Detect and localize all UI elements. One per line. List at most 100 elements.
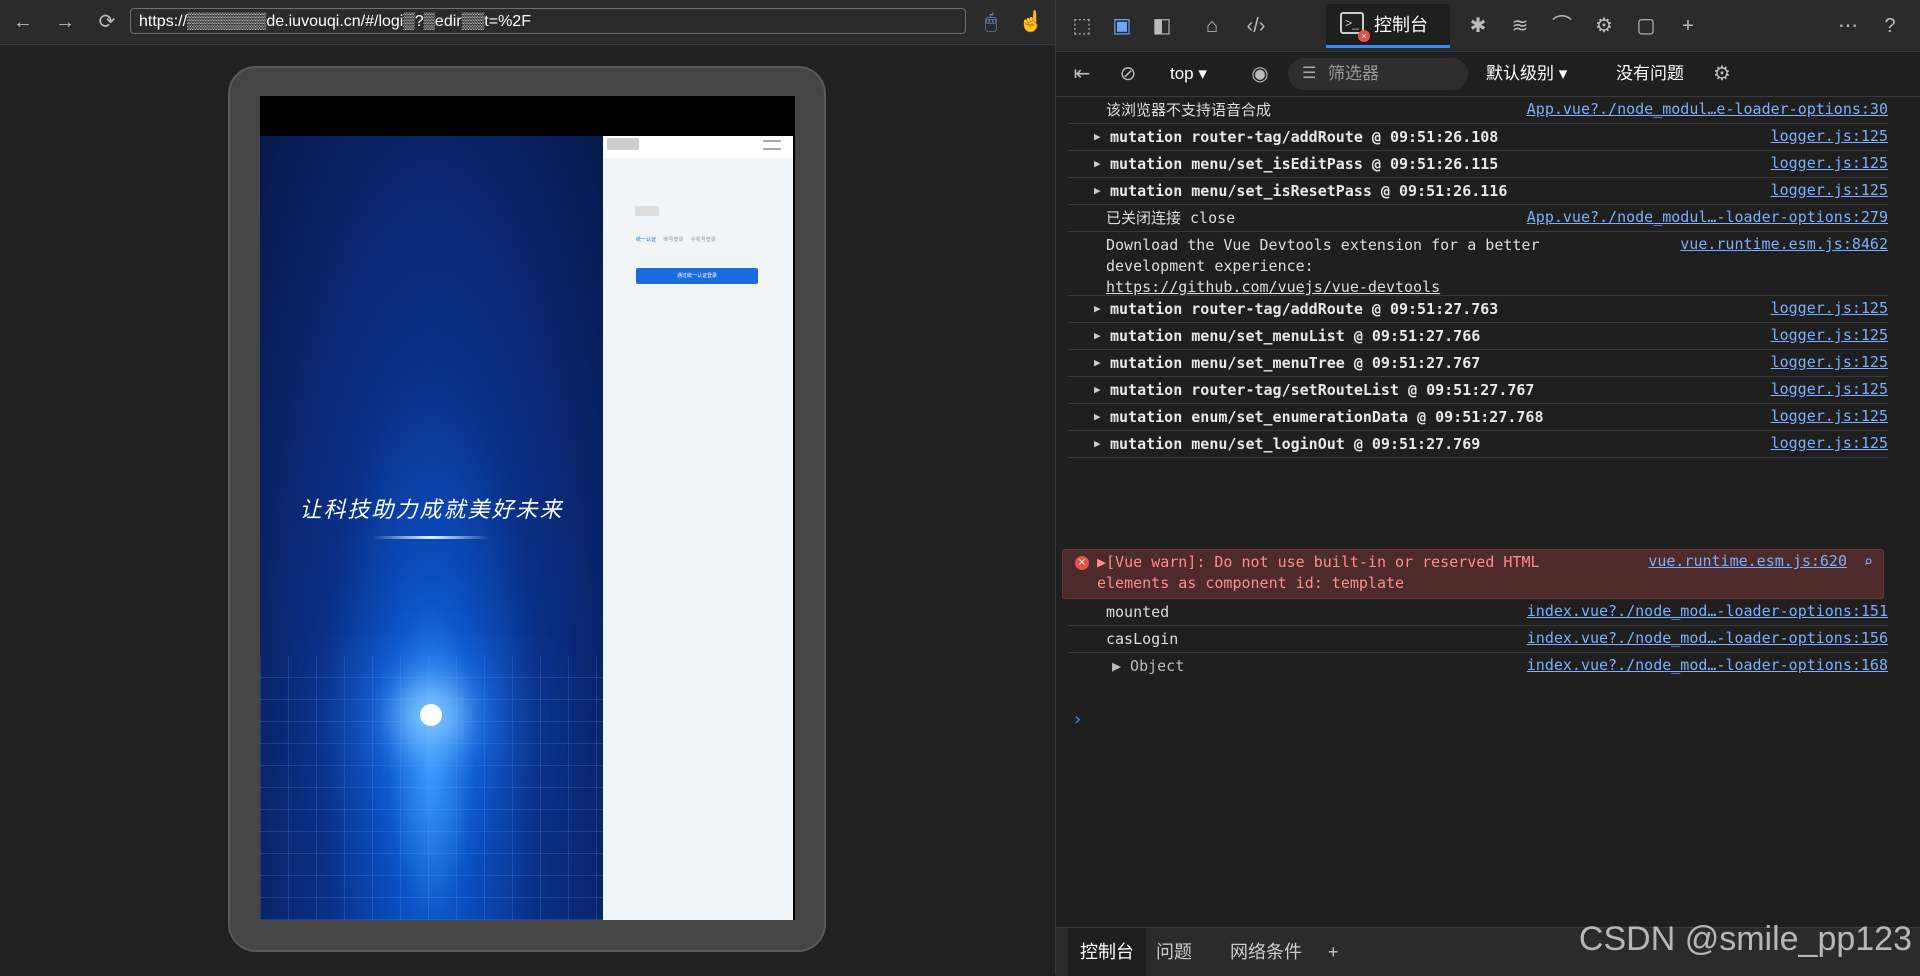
- console-source-link[interactable]: index.vue?./node_mod…-loader-options:168: [1527, 656, 1888, 674]
- console-message: mutation router-tag/addRoute @ 09:51:27.…: [1110, 300, 1499, 318]
- tab-phone[interactable]: 手机号登录: [691, 237, 716, 243]
- context-select[interactable]: top ▾: [1164, 60, 1240, 88]
- console-row[interactable]: ▶ mutation enum/set_enumerationData @ 09…: [1068, 404, 1888, 431]
- console-output: 该浏览器不支持语音合成 App.vue?./node_modul…e-loade…: [1056, 97, 1920, 927]
- dock-icon[interactable]: ◧: [1148, 12, 1176, 40]
- device-screen: 让科技助力成就美好未来 统一认证 账号登录 手机号登录 通过统一认证登录: [260, 96, 795, 920]
- console-object[interactable]: ▶ Object: [1112, 656, 1184, 677]
- sso-login-button[interactable]: 通过统一认证登录: [636, 268, 758, 284]
- console-row[interactable]: ▶ mutation menu/set_loginOut @ 09:51:27.…: [1068, 431, 1888, 458]
- console-row: 已关闭连接 close App.vue?./node_modul…-loader…: [1068, 205, 1888, 232]
- console-message: casLogin: [1106, 630, 1179, 648]
- banner-slogan: 让科技助力成就美好未来: [299, 498, 564, 523]
- issues-counter[interactable]: 没有问题: [1616, 60, 1684, 88]
- network-icon[interactable]: ≋: [1506, 12, 1534, 40]
- filter-icon: ☰: [1302, 65, 1317, 82]
- filter-input[interactable]: ☰ 筛选器: [1288, 58, 1468, 90]
- console-toolbar: ⇤ ⊘ top ▾ ◉ ☰ 筛选器 默认级别 ▾ 没有问题 ⚙: [1056, 52, 1920, 97]
- console-error-row[interactable]: × ▶[Vue warn]: Do not use built-in or re…: [1062, 549, 1884, 599]
- add-tool-icon[interactable]: +: [1316, 928, 1351, 976]
- expand-arrow-icon[interactable]: ▶: [1094, 383, 1101, 396]
- drawer-tab-issues[interactable]: 问题: [1144, 928, 1204, 976]
- console-settings-icon[interactable]: ⚙: [1708, 60, 1736, 88]
- console-source-link[interactable]: vue.runtime.esm.js:620: [1648, 552, 1847, 570]
- expand-arrow-icon[interactable]: ▶: [1094, 157, 1101, 170]
- menu-icon[interactable]: [763, 140, 781, 150]
- more-tools-icon[interactable]: +: [1674, 12, 1702, 40]
- context-select-value: top: [1170, 64, 1194, 83]
- console-row[interactable]: ▶ Object index.vue?./node_mod…-loader-op…: [1068, 653, 1888, 680]
- welcome-icon[interactable]: ⌂: [1198, 12, 1226, 40]
- console-source-link[interactable]: logger.js:125: [1771, 407, 1888, 425]
- console-message: mutation menu/set_menuList @ 09:51:27.76…: [1110, 327, 1481, 345]
- console-source-link[interactable]: logger.js:125: [1771, 353, 1888, 371]
- help-icon[interactable]: ?: [1876, 12, 1904, 40]
- sidebar-toggle-icon[interactable]: ⇤: [1068, 60, 1096, 88]
- chevron-down-icon: ▾: [1198, 64, 1207, 83]
- browser-navbar: ← → ⟳ https://▒▒▒▒▒▒▒de.iuvouqi.cn/#/log…: [0, 0, 1055, 45]
- tab-account[interactable]: 账号登录: [663, 237, 683, 243]
- expand-arrow-icon[interactable]: ▶: [1094, 410, 1101, 423]
- console-source-link[interactable]: App.vue?./node_modul…-loader-options:279: [1527, 208, 1888, 226]
- debug-icon[interactable]: ✱: [1464, 12, 1492, 40]
- console-source-link[interactable]: logger.js:125: [1771, 127, 1888, 145]
- expand-arrow-icon[interactable]: ▶: [1094, 329, 1101, 342]
- console-row[interactable]: ▶ mutation router-tag/setRouteList @ 09:…: [1068, 377, 1888, 404]
- expand-arrow-icon[interactable]: ▶: [1094, 130, 1101, 143]
- address-bar[interactable]: https://▒▒▒▒▒▒▒de.iuvouqi.cn/#/logi▒?▒ed…: [130, 8, 966, 34]
- back-icon[interactable]: ←: [10, 9, 36, 35]
- elements-icon[interactable]: ‹/›: [1242, 12, 1270, 40]
- performance-icon[interactable]: ⌒: [1548, 12, 1576, 40]
- expand-arrow-icon[interactable]: ▶: [1094, 302, 1101, 315]
- console-prompt-icon[interactable]: ›: [1072, 709, 1083, 730]
- error-badge: ×: [1358, 30, 1370, 42]
- console-row[interactable]: ▶ mutation menu/set_menuTree @ 09:51:27.…: [1068, 350, 1888, 377]
- reload-icon[interactable]: ⟳: [94, 9, 120, 35]
- tab-console[interactable]: >_ × 控制台: [1326, 4, 1450, 48]
- console-source-link[interactable]: index.vue?./node_mod…-loader-options:156: [1527, 629, 1888, 647]
- console-message: mounted: [1106, 603, 1170, 621]
- watermark: CSDN @smile_pp123: [1578, 920, 1912, 958]
- console-message: mutation menu/set_menuTree @ 09:51:27.76…: [1110, 354, 1481, 372]
- tab-console-label: 控制台: [1374, 15, 1428, 35]
- devtools-extension-link[interactable]: https://github.com/vuejs/vue-devtools: [1106, 277, 1440, 298]
- console-source-link[interactable]: logger.js:125: [1771, 181, 1888, 199]
- login-panel: 统一认证 账号登录 手机号登录 通过统一认证登录: [603, 136, 793, 920]
- console-source-link[interactable]: index.vue?./node_mod…-loader-options:151: [1527, 602, 1888, 620]
- touch-icon[interactable]: ☝: [1018, 9, 1044, 35]
- mouse-icon[interactable]: 🖱: [978, 9, 1004, 35]
- memory-icon[interactable]: ⚙: [1590, 12, 1618, 40]
- banner-grid: [260, 656, 603, 920]
- console-row[interactable]: ▶ mutation menu/set_isResetPass @ 09:51:…: [1068, 178, 1888, 205]
- console-message: Download the Vue Devtools extension for …: [1106, 236, 1540, 275]
- device-status-bar: [260, 96, 795, 136]
- filter-placeholder: 筛选器: [1328, 64, 1379, 83]
- console-source-link[interactable]: logger.js:125: [1771, 154, 1888, 172]
- drawer-tab-console[interactable]: 控制台: [1068, 928, 1146, 976]
- console-source-link[interactable]: logger.js:125: [1771, 380, 1888, 398]
- console-source-link[interactable]: logger.js:125: [1771, 434, 1888, 452]
- console-source-link[interactable]: App.vue?./node_modul…e-loader-options:30: [1527, 100, 1888, 118]
- clear-console-icon[interactable]: ⊘: [1114, 60, 1142, 88]
- expand-arrow-icon[interactable]: ▶: [1094, 184, 1101, 197]
- expand-arrow-icon[interactable]: ▶: [1094, 356, 1101, 369]
- log-level-select[interactable]: 默认级别 ▾: [1486, 60, 1567, 88]
- expand-arrow-icon[interactable]: ▶: [1094, 437, 1101, 450]
- console-row[interactable]: ▶ mutation router-tag/addRoute @ 09:51:2…: [1068, 124, 1888, 151]
- tab-sso[interactable]: 统一认证: [636, 237, 656, 243]
- console-row[interactable]: ▶ mutation router-tag/addRoute @ 09:51:2…: [1068, 296, 1888, 323]
- console-source-link[interactable]: logger.js:125: [1771, 299, 1888, 317]
- more-options-icon[interactable]: ⋯: [1834, 12, 1862, 40]
- console-message: mutation menu/set_isEditPass @ 09:51:26.…: [1110, 155, 1499, 173]
- console-row[interactable]: ▶ mutation menu/set_isEditPass @ 09:51:2…: [1068, 151, 1888, 178]
- device-toolbar-icon[interactable]: ▣: [1108, 12, 1136, 40]
- drawer-tab-network-conditions[interactable]: 网络条件: [1218, 928, 1314, 976]
- application-icon[interactable]: ▢: [1632, 12, 1660, 40]
- console-row[interactable]: ▶ mutation menu/set_menuList @ 09:51:27.…: [1068, 323, 1888, 350]
- forward-icon[interactable]: →: [52, 9, 78, 35]
- console-source-link[interactable]: logger.js:125: [1771, 326, 1888, 344]
- live-expression-icon[interactable]: ◉: [1246, 60, 1274, 88]
- search-icon[interactable]: ⌕: [1863, 552, 1873, 571]
- inspect-icon[interactable]: ⬚: [1068, 12, 1096, 40]
- console-source-link[interactable]: vue.runtime.esm.js:8462: [1680, 235, 1888, 253]
